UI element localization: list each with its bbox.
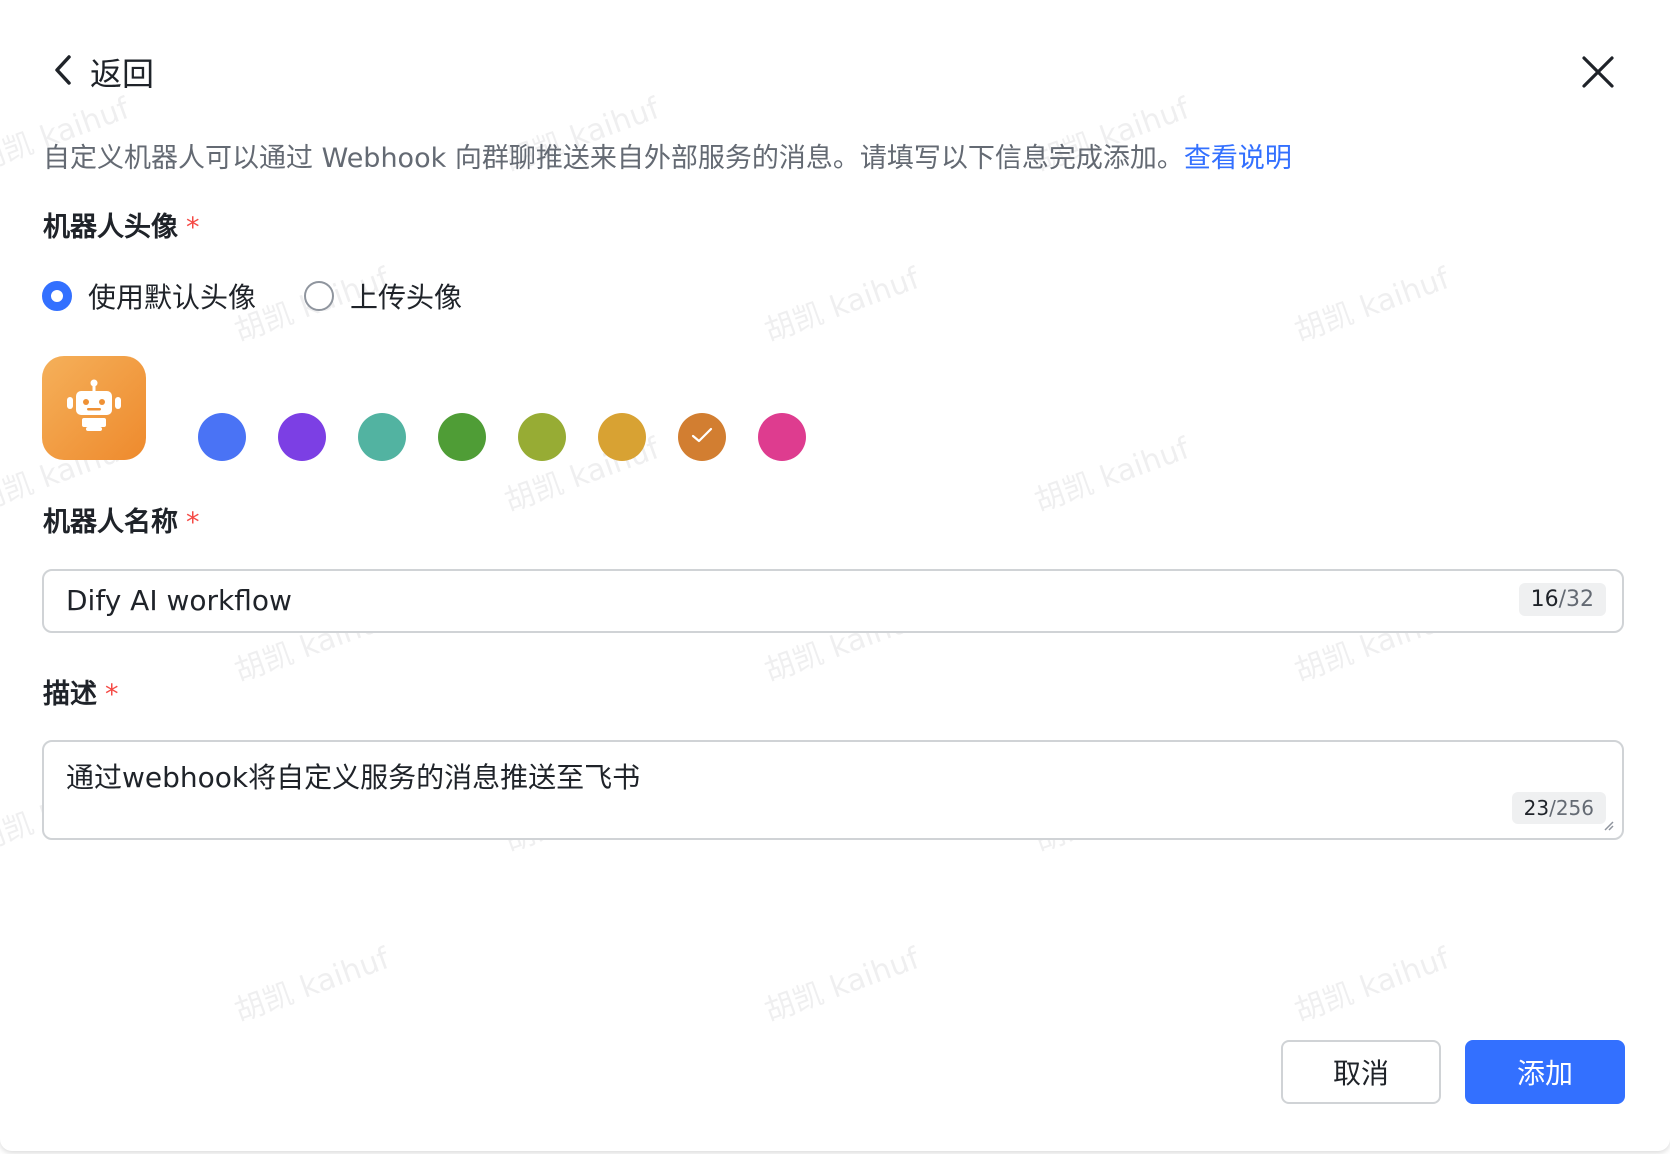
- chevron-left-icon: [52, 52, 74, 92]
- avatar-label-text: 机器人头像: [43, 212, 178, 243]
- radio-label: 使用默认头像: [88, 281, 257, 314]
- description-value: 通过webhook将自定义服务的消息推送至飞书: [66, 761, 641, 794]
- char-counter: 16/32: [1518, 583, 1606, 616]
- color-swatch[interactable]: [278, 413, 326, 461]
- char-counter: 23/256: [1511, 792, 1606, 824]
- robot-icon: [62, 374, 126, 442]
- bot-name-input[interactable]: Dify AI workflow 16/32: [42, 569, 1624, 633]
- color-swatch[interactable]: [758, 413, 806, 461]
- color-swatch[interactable]: [358, 413, 406, 461]
- view-docs-link[interactable]: 查看说明: [1184, 143, 1292, 174]
- description-label-text: 描述: [43, 679, 97, 710]
- back-button[interactable]: 返回: [52, 48, 154, 96]
- required-mark: *: [105, 679, 119, 710]
- cancel-button[interactable]: 取消: [1281, 1040, 1441, 1104]
- color-swatch[interactable]: [198, 413, 246, 461]
- name-section-label: 机器人名称 *: [43, 500, 200, 539]
- watermark-text: 胡凯 kaihuf: [760, 941, 925, 1030]
- description-section-label: 描述 *: [43, 672, 119, 711]
- close-icon: [1578, 56, 1618, 96]
- checkmark-icon: [688, 421, 716, 453]
- color-swatch[interactable]: [598, 413, 646, 461]
- radio-default-avatar[interactable]: 使用默认头像: [42, 276, 256, 316]
- close-button[interactable]: [1578, 52, 1618, 92]
- char-count: 23: [1523, 796, 1550, 820]
- resize-handle-icon[interactable]: [1600, 816, 1614, 831]
- char-count: 16: [1530, 587, 1559, 612]
- watermark-text: 胡凯 kaihuf: [1290, 261, 1455, 350]
- radio-upload-avatar[interactable]: 上传头像: [304, 276, 462, 316]
- watermark-text: 胡凯 kaihuf: [760, 261, 925, 350]
- radio-label: 上传头像: [350, 281, 463, 314]
- avatar-section-label: 机器人头像 *: [43, 205, 200, 244]
- add-bot-dialog: 胡凯 kaihuf 胡凯 kaihuf 胡凯 kaihuf 胡凯 kaihuf …: [0, 0, 1670, 1151]
- back-label: 返回: [90, 55, 155, 93]
- char-max: /256: [1549, 796, 1594, 820]
- description-textarea[interactable]: 通过webhook将自定义服务的消息推送至飞书 23/256: [42, 740, 1624, 840]
- char-max: /32: [1558, 587, 1594, 612]
- intro-description: 自定义机器人可以通过 Webhook 向群聊推送来自外部服务的消息。请填写以下信…: [43, 143, 1184, 174]
- intro-text: 自定义机器人可以通过 Webhook 向群聊推送来自外部服务的消息。请填写以下信…: [43, 136, 1292, 175]
- color-swatch[interactable]: [678, 413, 726, 461]
- avatar-type-radio-group: 使用默认头像 上传头像: [42, 276, 510, 316]
- add-button[interactable]: 添加: [1465, 1040, 1625, 1104]
- radio-unchecked-icon: [304, 281, 335, 311]
- color-swatch[interactable]: [518, 413, 566, 461]
- required-mark: *: [186, 212, 200, 243]
- required-mark: *: [186, 507, 200, 538]
- color-swatch[interactable]: [438, 413, 486, 461]
- radio-checked-icon: [42, 281, 72, 311]
- bot-avatar-preview: [42, 356, 146, 460]
- watermark-text: 胡凯 kaihuf: [1290, 941, 1455, 1030]
- bot-name-value: Dify AI workflow: [66, 584, 292, 617]
- name-label-text: 机器人名称: [43, 507, 178, 538]
- watermark-text: 胡凯 kaihuf: [1030, 431, 1195, 520]
- watermark-text: 胡凯 kaihuf: [230, 941, 395, 1030]
